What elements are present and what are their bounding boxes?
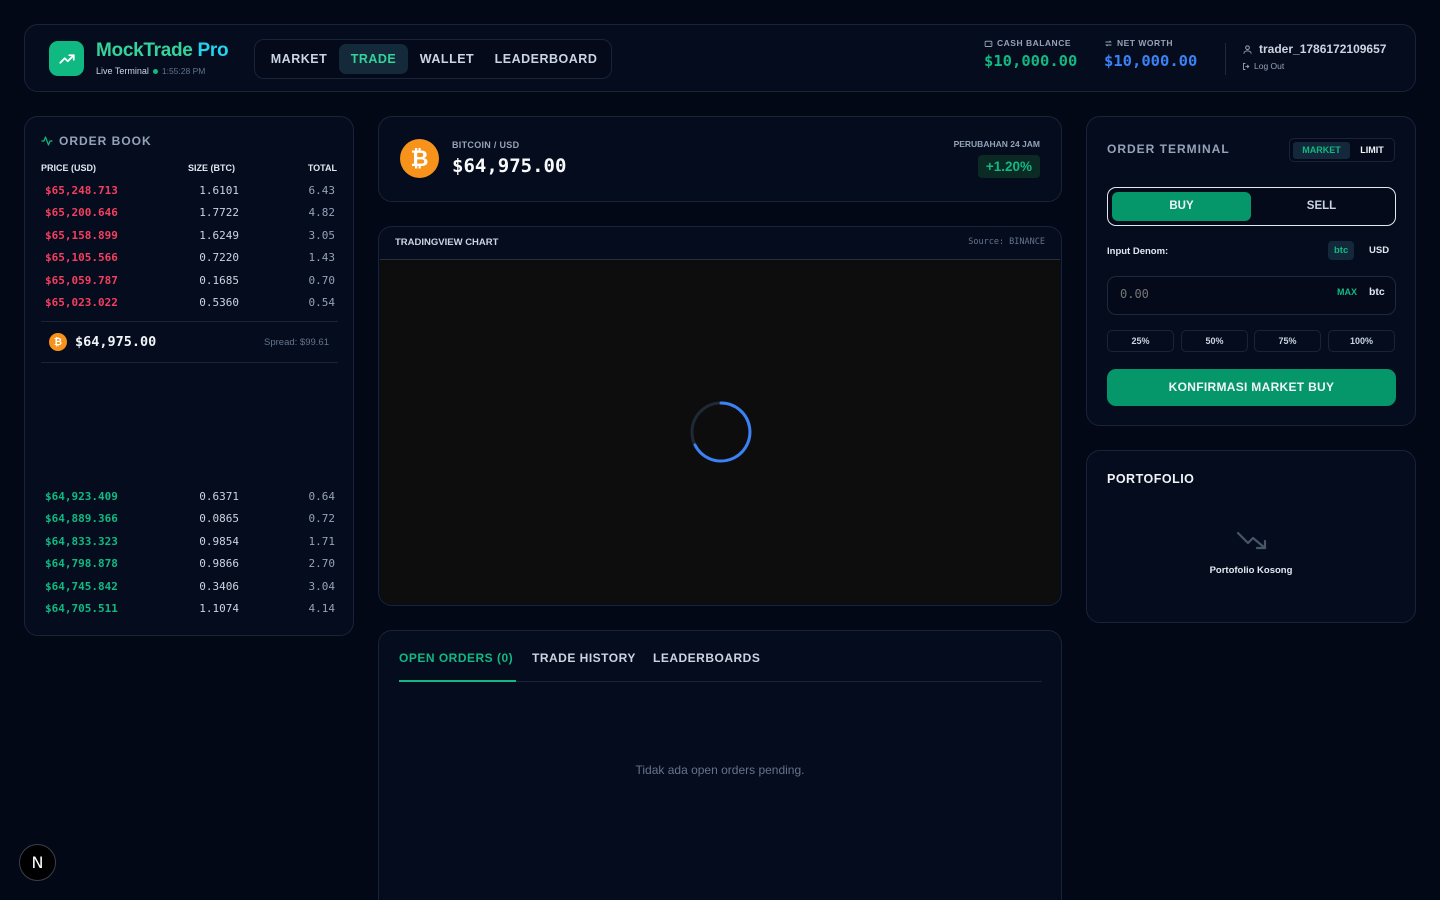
spread-value: Spread: $99.61 bbox=[264, 337, 329, 348]
pct-25-button[interactable]: 25% bbox=[1107, 330, 1174, 352]
net-worth-label: NET WORTH bbox=[1117, 38, 1173, 48]
net-worth: NET WORTH $10,000.00 bbox=[1104, 38, 1197, 70]
denom-usd-option[interactable]: USD bbox=[1363, 241, 1395, 260]
order-terminal-title: ORDER TERMINAL bbox=[1107, 142, 1230, 156]
ask-row[interactable]: $65,158.899 1.6249 3.05 bbox=[45, 229, 335, 251]
denom-btc-option[interactable]: btc bbox=[1328, 241, 1355, 260]
mid-price: ₿ $64,975.00 bbox=[49, 333, 156, 351]
clock-time: 1:55:28 PM bbox=[161, 66, 206, 76]
tab-trade-history[interactable]: TRADE HISTORY bbox=[532, 651, 636, 665]
portfolio-panel: PORTOFOLIO Portofolio Kosong bbox=[1086, 450, 1416, 623]
spread-divider-top bbox=[41, 321, 338, 322]
live-label: Live Terminal bbox=[96, 66, 149, 76]
cash-balance-value: $10,000.00 bbox=[984, 52, 1078, 70]
live-status: Live Terminal 1:55:28 PM bbox=[96, 66, 205, 76]
empty-orders-message: Tidak ada open orders pending. bbox=[635, 763, 805, 777]
col-header-size: SIZE (BTC) bbox=[188, 163, 235, 173]
ask-row[interactable]: $65,105.566 0.7220 1.43 bbox=[45, 251, 335, 273]
tab-leaderboards[interactable]: LEADERBOARDS bbox=[653, 651, 760, 665]
sell-button[interactable]: SELL bbox=[1253, 192, 1390, 221]
order-type-limit[interactable]: LIMIT bbox=[1352, 142, 1392, 159]
activity-icon bbox=[41, 136, 53, 146]
nav-leaderboard[interactable]: LEADERBOARD bbox=[487, 44, 605, 74]
order-book-title: ORDER BOOK bbox=[41, 134, 152, 148]
max-button[interactable]: MAX bbox=[1337, 287, 1357, 297]
loading-spinner-icon bbox=[690, 401, 752, 463]
confirm-order-button[interactable]: KONFIRMASI MARKET BUY bbox=[1107, 369, 1396, 406]
cash-balance-label: CASH BALANCE bbox=[997, 38, 1071, 48]
brand-name: MockTrade Pro bbox=[96, 40, 229, 61]
ask-row[interactable]: $65,248.713 1.6101 6.43 bbox=[45, 184, 335, 206]
pct-50-button[interactable]: 50% bbox=[1181, 330, 1248, 352]
logout-label: Log Out bbox=[1254, 61, 1285, 71]
side-toggle: BUY SELL bbox=[1107, 187, 1396, 226]
nav-wallet[interactable]: WALLET bbox=[411, 44, 483, 74]
bid-row[interactable]: $64,705.511 1.1074 4.14 bbox=[45, 602, 335, 624]
dev-tools-badge[interactable]: N bbox=[19, 844, 56, 881]
portfolio-title: PORTOFOLIO bbox=[1107, 472, 1195, 486]
order-type-toggle: MARKET LIMIT bbox=[1289, 138, 1395, 162]
buy-button[interactable]: BUY bbox=[1112, 192, 1251, 221]
amount-input[interactable] bbox=[1120, 287, 1300, 301]
orders-panel: OPEN ORDERS (0) TRADE HISTORY LEADERBOAR… bbox=[378, 630, 1062, 900]
top-header: MockTrade Pro Live Terminal 1:55:28 PM M… bbox=[24, 24, 1416, 92]
ask-row[interactable]: $65,200.646 1.7722 4.82 bbox=[45, 206, 335, 228]
nav-market[interactable]: MARKET bbox=[261, 44, 337, 74]
order-type-market[interactable]: MARKET bbox=[1293, 142, 1350, 159]
trending-up-icon bbox=[58, 53, 75, 64]
bid-row[interactable]: $64,889.366 0.0865 0.72 bbox=[45, 512, 335, 534]
nav-trade[interactable]: TRADE bbox=[339, 44, 408, 74]
chart-canvas[interactable] bbox=[380, 259, 1060, 604]
user-info: trader_1786172109657 bbox=[1242, 42, 1386, 56]
change-24h-value: +1.20% bbox=[977, 155, 1040, 178]
trading-pair: BITCOIN / USD bbox=[452, 140, 520, 150]
order-book-panel: ORDER BOOK PRICE (USD) SIZE (BTC) TOTAL … bbox=[24, 116, 354, 636]
bid-row[interactable]: $64,833.323 0.9854 1.71 bbox=[45, 535, 335, 557]
net-worth-value: $10,000.00 bbox=[1104, 52, 1198, 70]
username: trader_1786172109657 bbox=[1259, 42, 1387, 56]
ask-row[interactable]: $65,059.787 0.1685 0.70 bbox=[45, 274, 335, 296]
pct-100-button[interactable]: 100% bbox=[1328, 330, 1395, 352]
pct-75-button[interactable]: 75% bbox=[1254, 330, 1321, 352]
spread-divider-bottom bbox=[41, 362, 338, 363]
app-logo[interactable] bbox=[49, 41, 84, 76]
portfolio-empty-message: Portofolio Kosong bbox=[1209, 565, 1293, 576]
main-nav: MARKET TRADE WALLET LEADERBOARD bbox=[254, 39, 612, 79]
user-icon bbox=[1243, 44, 1252, 54]
logout-button[interactable]: Log Out bbox=[1242, 61, 1284, 71]
current-price: $64,975.00 bbox=[452, 155, 567, 177]
logout-icon bbox=[1243, 62, 1250, 70]
change-24h-label: PERUBAHAN 24 JAM bbox=[953, 139, 1040, 149]
tab-open-orders[interactable]: OPEN ORDERS (0) bbox=[399, 651, 513, 665]
cash-balance: CASH BALANCE $10,000.00 bbox=[984, 38, 1077, 70]
amount-unit: btc bbox=[1369, 286, 1385, 298]
header-divider bbox=[1225, 43, 1226, 75]
col-header-price: PRICE (USD) bbox=[41, 163, 97, 173]
active-tab-indicator bbox=[399, 680, 516, 682]
chart-panel: TRADINGVIEW CHART Source: BINANCE bbox=[378, 226, 1062, 606]
bid-row[interactable]: $64,798.878 0.9866 2.70 bbox=[45, 557, 335, 579]
wallet-icon bbox=[984, 40, 993, 47]
ask-row[interactable]: $65,023.022 0.5360 0.54 bbox=[45, 296, 335, 318]
order-terminal-panel: ORDER TERMINAL MARKET LIMIT BUY SELL Inp… bbox=[1086, 116, 1416, 426]
chart-title: TRADINGVIEW CHART bbox=[395, 237, 499, 248]
amount-field: MAX btc bbox=[1107, 276, 1396, 315]
trending-down-icon bbox=[1236, 531, 1267, 550]
live-dot-icon bbox=[152, 68, 158, 74]
price-ticker: ₿ BITCOIN / USD $64,975.00 PERUBAHAN 24 … bbox=[378, 116, 1062, 202]
bitcoin-icon: ₿ bbox=[400, 139, 439, 178]
bid-row[interactable]: $64,923.409 0.6371 0.64 bbox=[45, 490, 335, 512]
col-header-total: TOTAL bbox=[307, 163, 337, 173]
bid-row[interactable]: $64,745.842 0.3406 3.04 bbox=[45, 580, 335, 602]
bitcoin-icon: ₿ bbox=[49, 333, 67, 351]
swap-icon bbox=[1105, 40, 1112, 46]
chart-source: Source: BINANCE bbox=[968, 237, 1045, 247]
input-denom-label: Input Denom: bbox=[1107, 246, 1169, 257]
mid-price-value: $64,975.00 bbox=[75, 334, 157, 350]
